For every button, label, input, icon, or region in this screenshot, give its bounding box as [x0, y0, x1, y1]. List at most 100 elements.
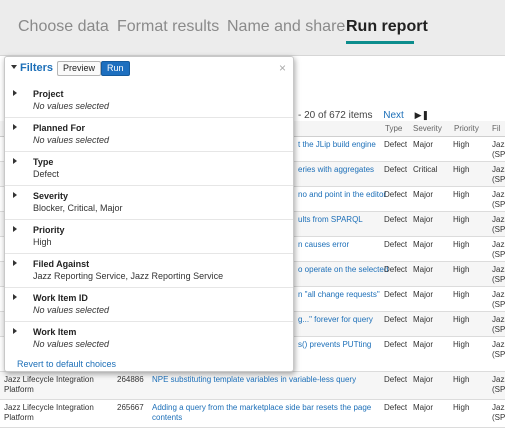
filter-label: Severity	[33, 191, 69, 201]
row-severity: Major	[413, 215, 434, 224]
filter-item-filed-against[interactable]: Filed Against Jazz Reporting Service, Ja…	[5, 255, 293, 288]
row-priority: High	[453, 165, 470, 174]
row-filed-against: Jazz (SP	[492, 190, 505, 209]
row-severity: Major	[413, 403, 434, 412]
tab-format-results[interactable]: Format results	[117, 18, 219, 36]
row-summary-link[interactable]: o operate on the selected	[298, 265, 388, 275]
filter-label: Work Item ID	[33, 293, 88, 303]
filter-label: Filed Against	[33, 259, 90, 269]
row-priority: High	[453, 315, 470, 324]
filter-label: Work Item	[33, 327, 77, 337]
row-priority: High	[453, 375, 470, 384]
row-project: Jazz Lifecycle Integration Platform	[4, 375, 94, 394]
row-filed-against: Jazz (SP	[492, 215, 505, 234]
filters-toggle[interactable]: Filters	[11, 62, 53, 74]
row-id: 264886	[117, 375, 144, 384]
row-type: Defect	[384, 315, 408, 324]
filter-value: Defect	[33, 169, 60, 179]
caret-right-icon[interactable]	[13, 158, 17, 164]
row-type: Defect	[384, 215, 408, 224]
filter-label: Type	[33, 157, 54, 167]
row-severity: Critical	[413, 165, 438, 174]
row-summary-link[interactable]: t the JLip build engine	[298, 140, 376, 150]
row-summary-link[interactable]: s() prevents PUTting	[298, 340, 371, 350]
row-summary-link[interactable]: g..." forever for query	[298, 315, 373, 325]
row-priority: High	[453, 240, 470, 249]
preview-button[interactable]: Preview	[57, 61, 102, 76]
row-summary-link[interactable]: Adding a query from the marketplace side…	[152, 403, 377, 423]
caret-right-icon[interactable]	[13, 90, 17, 96]
row-priority: High	[453, 265, 470, 274]
row-type: Defect	[384, 265, 408, 274]
column-header-type[interactable]: Type	[385, 124, 402, 133]
filters-panel-header: Filters Preview Run ×	[5, 57, 293, 81]
column-header-severity[interactable]: Severity	[413, 124, 442, 133]
row-summary-link[interactable]: n causes error	[298, 240, 349, 250]
column-header-filed-against[interactable]: Fil	[492, 124, 500, 133]
row-summary-link[interactable]: ults from SPARQL	[298, 215, 363, 225]
filter-item-project[interactable]: Project No values selected	[5, 85, 293, 118]
last-page-icon[interactable]: ▶❚	[415, 110, 429, 120]
filter-value: No values selected	[33, 135, 110, 145]
tab-run-report[interactable]: Run report	[346, 18, 428, 36]
table-row: Jazz Lifecycle Integration Platform 2648…	[0, 372, 505, 400]
filter-label: Priority	[33, 225, 65, 235]
close-icon[interactable]: ×	[279, 61, 286, 75]
table-row: Jazz Lifecycle Integration Platform 2656…	[0, 400, 505, 428]
revert-to-default-link[interactable]: Revert to default choices	[17, 359, 116, 369]
filter-value: Jazz Reporting Service, Jazz Reporting S…	[33, 271, 224, 281]
row-id: 265667	[117, 403, 144, 412]
filter-value: High	[33, 237, 52, 247]
row-priority: High	[453, 190, 470, 199]
filter-item-type[interactable]: Type Defect	[5, 153, 293, 186]
row-type: Defect	[384, 340, 408, 349]
caret-right-icon[interactable]	[13, 192, 17, 198]
row-severity: Major	[413, 265, 434, 274]
filter-value: No values selected	[33, 305, 110, 315]
filter-item-work-item[interactable]: Work Item No values selected	[5, 323, 293, 356]
row-summary-link[interactable]: n "all change requests"	[298, 290, 380, 300]
row-type: Defect	[384, 165, 408, 174]
next-page-link[interactable]: Next	[383, 110, 404, 121]
filter-item-priority[interactable]: Priority High	[5, 221, 293, 254]
pagination-range: - 20 of 672 items	[298, 110, 373, 121]
row-priority: High	[453, 140, 470, 149]
row-priority: High	[453, 290, 470, 299]
caret-down-icon	[11, 65, 17, 70]
column-header-priority[interactable]: Priority	[454, 124, 479, 133]
wizard-tab-bar: Choose data Format results Name and shar…	[0, 0, 505, 56]
row-summary-link[interactable]: NPE substituting template variables in v…	[152, 375, 356, 385]
row-severity: Major	[413, 290, 434, 299]
row-priority: High	[453, 340, 470, 349]
caret-right-icon[interactable]	[13, 328, 17, 334]
filter-item-planned-for[interactable]: Planned For No values selected	[5, 119, 293, 152]
row-type: Defect	[384, 190, 408, 199]
caret-right-icon[interactable]	[13, 124, 17, 130]
row-summary-link[interactable]: eries with aggregates	[298, 165, 374, 175]
row-severity: Major	[413, 190, 434, 199]
run-button[interactable]: Run	[101, 61, 130, 76]
tab-name-and-share[interactable]: Name and share	[227, 18, 345, 36]
row-type: Defect	[384, 290, 408, 299]
caret-right-icon[interactable]	[13, 294, 17, 300]
pagination: - 20 of 672 items Next ▶❚	[298, 110, 429, 121]
row-filed-against: Jazz (SP	[492, 375, 505, 394]
row-project: Jazz Lifecycle Integration Platform	[4, 403, 94, 422]
filter-item-work-item-id[interactable]: Work Item ID No values selected	[5, 289, 293, 322]
row-summary-link[interactable]: no and point in the editor	[298, 190, 386, 200]
row-severity: Major	[413, 340, 434, 349]
filter-label: Project	[33, 89, 64, 99]
row-priority: High	[453, 215, 470, 224]
filters-panel: Filters Preview Run × Project No values …	[4, 56, 294, 372]
caret-right-icon[interactable]	[13, 226, 17, 232]
row-priority: High	[453, 403, 470, 412]
row-type: Defect	[384, 240, 408, 249]
caret-right-icon[interactable]	[13, 260, 17, 266]
row-severity: Major	[413, 315, 434, 324]
row-filed-against: Jazz (SP	[492, 265, 505, 284]
row-severity: Major	[413, 140, 434, 149]
row-type: Defect	[384, 140, 408, 149]
tab-choose-data[interactable]: Choose data	[18, 18, 109, 36]
filter-item-severity[interactable]: Severity Blocker, Critical, Major	[5, 187, 293, 220]
row-filed-against: Jazz (SP	[492, 140, 505, 159]
